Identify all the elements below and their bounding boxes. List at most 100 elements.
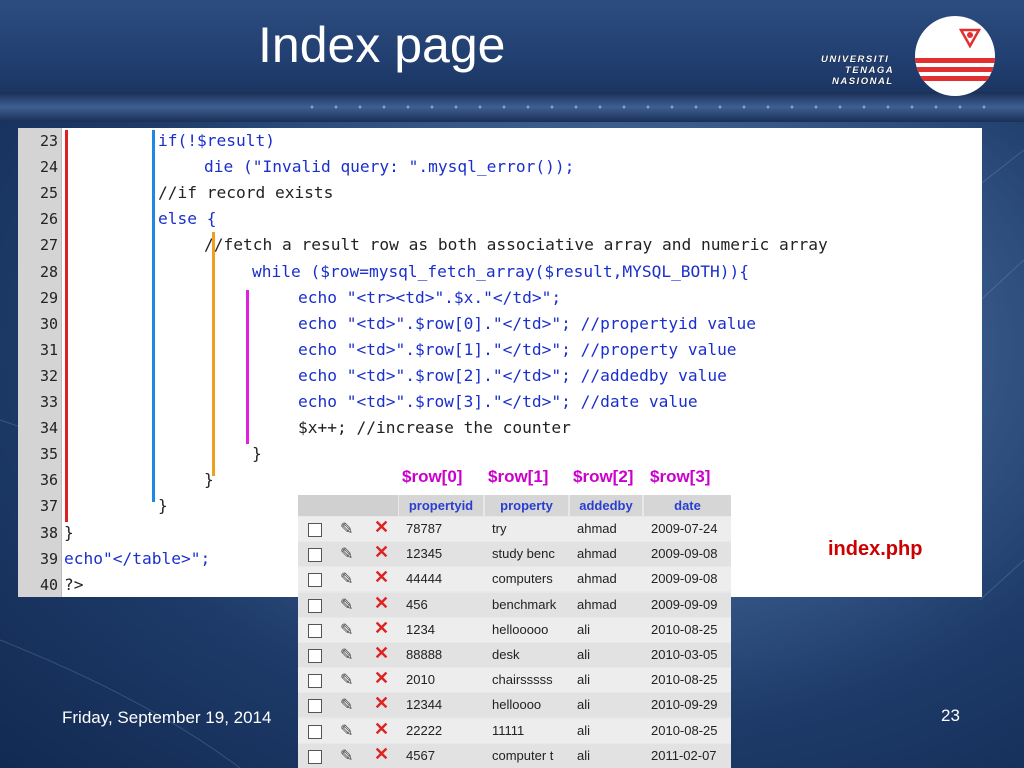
row-checkbox[interactable] [308,699,322,714]
code-line: } [64,522,74,542]
delete-x-icon[interactable]: ✕ [374,542,389,563]
table-cell-addedby: ahmad [577,596,617,612]
scope-bar-orange [212,232,215,476]
row-checkbox[interactable] [308,724,322,739]
table-cell-property: computer t [492,747,554,763]
row-checkbox[interactable] [308,674,322,689]
table-row: ✎ ✕ 78787 try ahmad 2009-07-24 [298,517,731,541]
table-cell-addedby: ahmad [577,546,617,562]
line-number: 24 [39,158,58,177]
column-header-property[interactable]: property [485,495,568,516]
row-label-1: $row[1] [488,467,549,486]
table-cell-property: helloooo [492,697,542,713]
delete-x-icon[interactable]: ✕ [374,593,389,614]
slide-title: Index page [258,17,506,73]
line-number: 36 [39,471,58,490]
edit-pencil-icon[interactable]: ✎ [340,544,353,564]
table-cell-date: 2010-08-25 [651,722,718,738]
page-number: 23 [941,706,960,725]
uniten-logo: UNIVERSITI TENAGA NASIONAL [815,14,997,104]
delete-x-icon[interactable]: ✕ [374,517,389,538]
edit-pencil-icon[interactable]: ✎ [340,595,353,615]
delete-x-icon[interactable]: ✕ [374,643,389,664]
edit-pencil-icon[interactable]: ✎ [340,645,353,665]
line-number: 35 [39,445,58,464]
table-cell-propertyid: 2010 [406,672,435,688]
footer-date: Friday, September 19, 2014 [62,708,272,727]
line-number: 38 [39,523,58,542]
code-line: echo "<td>".$row[3]."</td>"; //date valu… [298,392,698,411]
table-cell-property: try [492,521,507,536]
delete-x-icon[interactable]: ✕ [374,744,389,765]
table-cell-propertyid: 78787 [406,521,443,536]
column-header-propertyid[interactable]: propertyid [399,495,483,516]
table-cell-date: 2010-08-25 [651,621,718,637]
logo-emblem [915,16,995,96]
line-number: 26 [39,210,58,229]
line-number: 40 [39,575,58,594]
table-row: ✎ ✕ 12345 study benc ahmad 2009-09-08 [298,542,731,567]
table-row: ✎ ✕ 22222 11111 ali 2010-08-25 [298,718,731,743]
table-cell-propertyid: 1234 [406,621,435,637]
edit-pencil-icon[interactable]: ✎ [340,670,353,690]
edit-pencil-icon[interactable]: ✎ [340,746,353,766]
delete-x-icon[interactable]: ✕ [374,567,389,588]
delete-x-icon[interactable]: ✕ [374,719,389,740]
table-row: ✎ ✕ 2010 chairsssss ali 2010-08-25 [298,668,731,693]
line-number: 29 [39,288,58,307]
line-number: 32 [39,366,58,385]
logo-text-line1: UNIVERSITI [821,54,890,65]
row-checkbox[interactable] [308,598,322,613]
column-header-date[interactable]: date [644,495,731,516]
row-checkbox[interactable] [308,548,322,563]
line-number: 31 [39,340,58,359]
edit-pencil-icon[interactable]: ✎ [340,569,353,589]
table-cell-addedby: ahmad [577,571,617,587]
scope-bar-red [65,130,68,522]
column-header-addedby[interactable]: addedby [570,495,642,516]
code-line: while ($row=mysql_fetch_array($result,MY… [252,261,750,281]
code-line: else { [158,209,217,229]
table-cell-propertyid: 456 [406,596,428,612]
delete-x-icon[interactable]: ✕ [374,693,389,714]
edit-pencil-icon[interactable]: ✎ [340,721,353,741]
edit-pencil-icon[interactable]: ✎ [340,519,353,539]
code-line: } [252,444,262,464]
line-number: 25 [39,184,58,203]
row-checkbox[interactable] [308,573,322,588]
row-checkbox[interactable] [308,749,322,764]
table-cell-date: 2010-08-25 [651,672,718,688]
code-line: if(!$result) [158,131,275,150]
table-cell-date: 2009-09-08 [651,546,718,562]
code-line: die ("Invalid query: ".mysql_error()); [204,157,575,177]
table-cell-date: 2010-09-29 [651,697,718,713]
row-checkbox[interactable] [308,523,322,537]
table-row: ✎ ✕ 44444 computers ahmad 2009-09-08 [298,567,731,592]
table-cell-addedby: ali [577,697,591,713]
code-line: //if record exists [158,183,334,203]
table-cell-property: study benc [492,546,555,562]
table-header-blank [298,495,398,516]
line-number: 34 [39,419,58,438]
result-table: propertyid property addedby date ✎ ✕ 78787… [298,495,731,768]
table-cell-addedby: ali [577,647,591,662]
line-number: 37 [39,497,58,516]
edit-pencil-icon[interactable]: ✎ [340,695,353,715]
table-cell-addedby: ali [577,722,591,738]
row-checkbox[interactable] [308,623,322,638]
table-cell-property: benchmark [492,596,557,612]
code-line: echo "<td>".$row[2]."</td>"; //addedby v… [298,365,727,385]
table-row: ✎ ✕ 4567 computer t ali 2011-02-07 [298,743,731,768]
delete-x-icon[interactable]: ✕ [374,618,389,639]
code-line: //fetch a result row as both associative… [204,235,828,255]
row-checkbox[interactable] [308,649,322,663]
edit-pencil-icon[interactable]: ✎ [340,620,353,640]
delete-x-icon[interactable]: ✕ [374,668,389,689]
code-line: echo"</table>"; [64,548,211,568]
code-line: ?> [64,574,84,594]
row-label-0: $row[0] [402,467,463,486]
table-row: ✎ ✕ 12344 helloooo ali 2010-09-29 [298,693,731,718]
table-cell-date: 2009-07-24 [651,521,718,536]
table-cell-property: chairsssss [492,672,553,688]
table-cell-addedby: ali [577,747,591,763]
